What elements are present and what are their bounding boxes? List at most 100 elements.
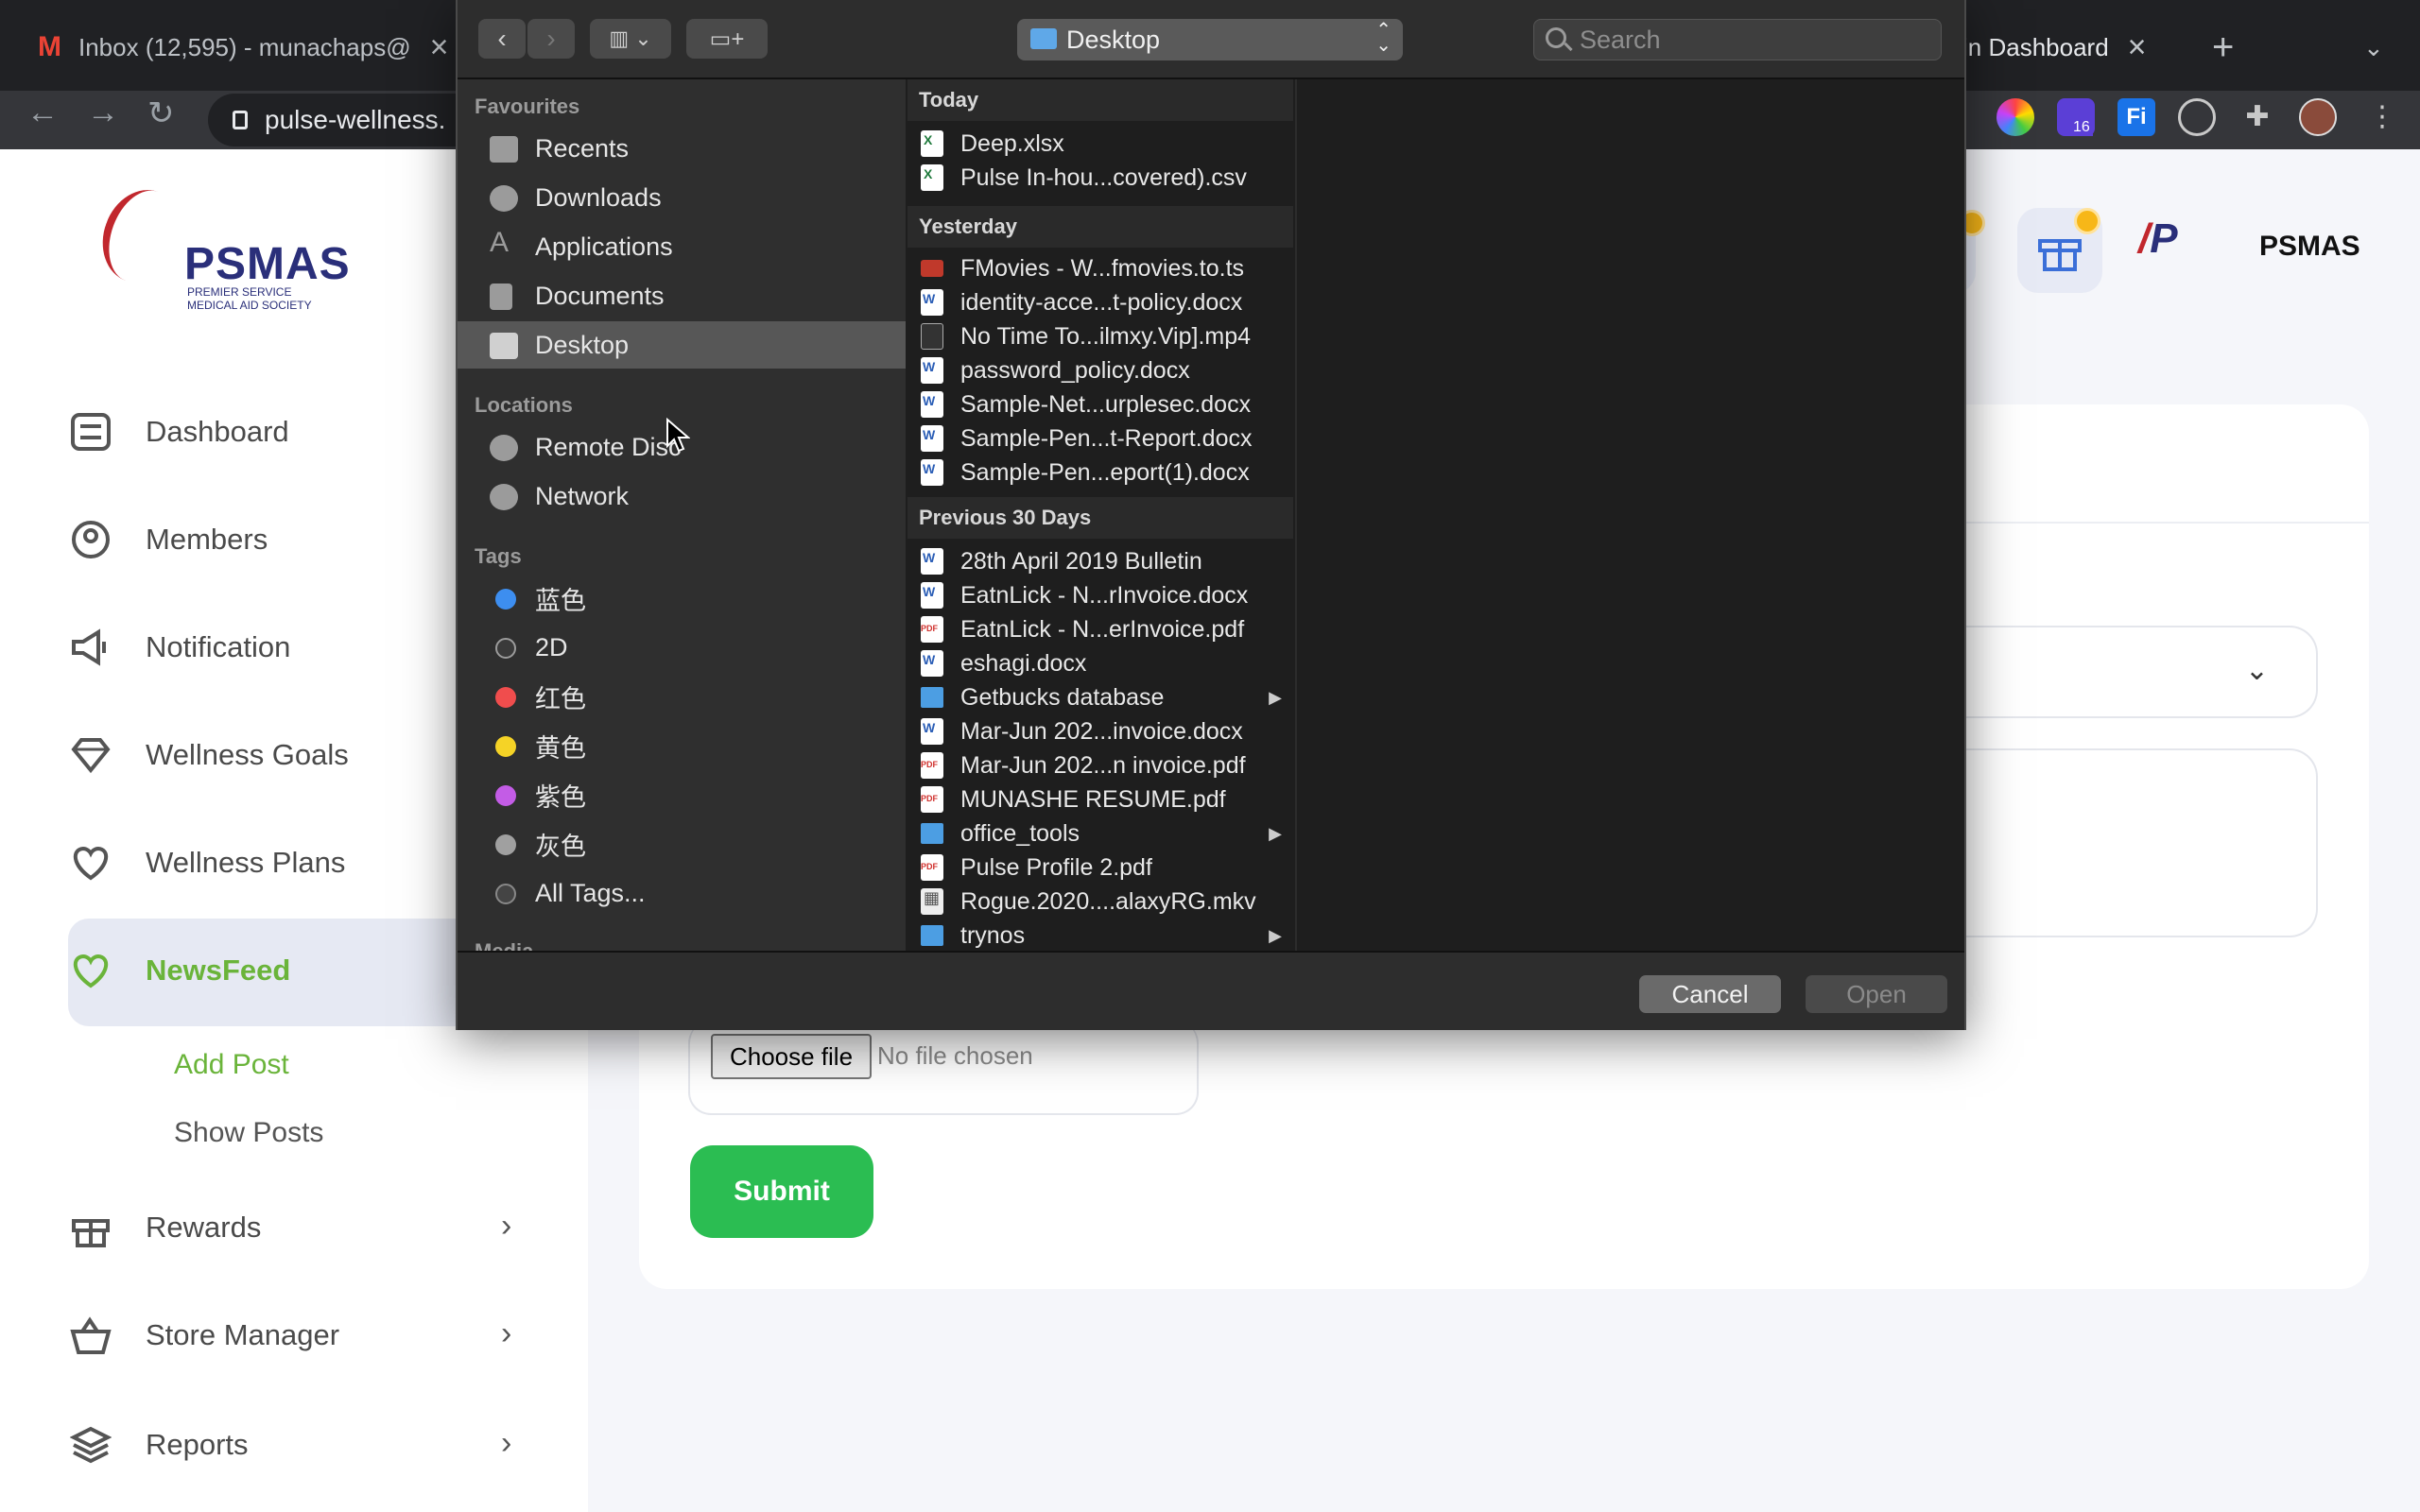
extension-icon[interactable]: 16 — [2057, 98, 2095, 136]
file-name: Sample-Pen...eport(1).docx — [960, 458, 1250, 486]
tag-item[interactable]: 蓝色 — [458, 575, 906, 622]
sidebar-subitem-add-post[interactable]: Add Post — [174, 1049, 289, 1081]
color-picker-extension-icon[interactable] — [1996, 98, 2034, 136]
tag-color-dot — [495, 736, 516, 757]
location-dropdown[interactable]: Desktop ⌃ ⌄ — [1017, 19, 1403, 60]
sidebar-item-documents[interactable]: Documents — [458, 272, 906, 319]
file-item[interactable]: No Time To...ilmxy.Vip].mp4 — [908, 319, 1293, 353]
file-item[interactable]: identity-acce...t-policy.docx — [908, 285, 1293, 319]
file-item[interactable]: FMovies - W...fmovies.to.ts — [908, 251, 1293, 285]
sidebar-item-desktop[interactable]: Desktop — [458, 321, 906, 369]
globe-icon[interactable] — [2178, 98, 2216, 136]
applications-icon: A — [490, 227, 510, 258]
new-folder-icon: ▭+ — [709, 26, 745, 52]
folder-icon — [921, 925, 943, 946]
tag-item[interactable]: 灰色 — [458, 820, 906, 868]
close-icon[interactable]: × — [430, 29, 449, 66]
pdf-file-icon — [921, 752, 943, 779]
word-file-icon — [921, 357, 943, 384]
members-icon — [68, 517, 113, 562]
sidebar-item-wellness-plans[interactable]: Wellness Plans — [68, 830, 345, 896]
tab-title: Inbox (12,595) - munachaps@ — [78, 32, 411, 61]
file-item[interactable]: Sample-Pen...eport(1).docx — [908, 455, 1293, 490]
folder-item[interactable]: office_tools ▶ — [908, 816, 1293, 850]
tag-item[interactable]: 2D — [458, 624, 906, 671]
tab-dashboard[interactable]: in Dashboard × — [1962, 17, 2147, 77]
file-item[interactable]: Sample-Net...urplesec.docx — [908, 387, 1293, 421]
pdf-file-icon — [921, 854, 943, 881]
sidebar-item-store-manager[interactable]: Store Manager — [68, 1302, 339, 1368]
sidebar-item-downloads[interactable]: Downloads — [458, 174, 906, 221]
sidebar-item-label: Downloads — [535, 182, 662, 212]
menu-icon[interactable]: ⋮ — [2363, 98, 2401, 136]
open-button[interactable]: Open — [1806, 975, 1947, 1013]
sidebar-item-label: NewsFeed — [146, 954, 291, 987]
folder-item[interactable]: trynos ▶ — [908, 919, 1293, 951]
locations-header: Locations — [475, 393, 573, 417]
gift-icon — [68, 1205, 113, 1250]
close-icon[interactable]: × — [2128, 29, 2147, 66]
sidebar-item-dashboard[interactable]: Dashboard — [68, 399, 289, 465]
file-item[interactable]: 28th April 2019 Bulletin — [908, 544, 1293, 578]
file-item[interactable]: password_policy.docx — [908, 353, 1293, 387]
fi-extension-icon[interactable]: Fi — [2118, 98, 2155, 136]
header-user-name[interactable]: PSMAS — [2259, 231, 2360, 263]
file-item[interactable]: Rogue.2020....alaxyRG.mkv — [908, 885, 1293, 919]
tag-item-all-tags[interactable]: All Tags... — [458, 869, 906, 917]
puzzle-icon[interactable]: ✚ — [2238, 98, 2276, 136]
section-header-today: Today — [908, 79, 1293, 121]
back-icon[interactable]: ← — [26, 94, 59, 131]
pdf-file-icon — [921, 786, 943, 813]
view-mode-button[interactable]: ▥ ⌄ — [590, 19, 671, 59]
file-item[interactable]: eshagi.docx — [908, 646, 1293, 680]
folder-item[interactable]: Getbucks database ▶ — [908, 680, 1293, 714]
sidebar-item-network[interactable]: Network — [458, 472, 906, 520]
desktop-icon — [490, 333, 518, 359]
disclosure-arrow-icon: ▶ — [1269, 823, 1282, 843]
file-item[interactable]: Pulse In-hou...covered).csv — [908, 161, 1293, 195]
tag-item[interactable]: 黄色 — [458, 722, 906, 769]
choose-file-button[interactable]: Choose file — [711, 1034, 872, 1079]
sidebar-subitem-show-posts[interactable]: Show Posts — [174, 1117, 323, 1149]
submit-button[interactable]: Submit — [690, 1145, 873, 1238]
file-item[interactable]: EatnLick - N...erInvoice.pdf — [908, 612, 1293, 646]
file-item[interactable]: Deep.xlsx — [908, 127, 1293, 161]
cancel-button[interactable]: Cancel — [1639, 975, 1781, 1013]
sidebar-item-notification[interactable]: Notification — [68, 614, 290, 680]
file-item[interactable]: MUNASHE RESUME.pdf — [908, 782, 1293, 816]
chevron-right-icon[interactable]: › — [501, 1425, 511, 1462]
forward-icon[interactable]: → — [87, 94, 119, 131]
sidebar-item-rewards[interactable]: Rewards — [68, 1194, 261, 1261]
chevron-right-icon[interactable]: › — [501, 1208, 511, 1245]
tag-item[interactable]: 紫色 — [458, 771, 906, 818]
tag-label: 灰色 — [535, 832, 586, 861]
file-item[interactable]: Mar-Jun 202...invoice.docx — [908, 714, 1293, 748]
back-button[interactable]: ‹ — [478, 19, 526, 59]
sidebar-item-members[interactable]: Members — [68, 507, 268, 573]
tab-search-icon[interactable]: ⌄ — [2363, 17, 2384, 77]
tab-gmail[interactable]: M Inbox (12,595) - munachaps@ × — [38, 17, 448, 77]
sidebar-item-label: Remote Disc — [535, 432, 682, 461]
file-name: identity-acce...t-policy.docx — [960, 288, 1243, 316]
search-input[interactable]: Search — [1533, 19, 1942, 60]
tag-item[interactable]: 红色 — [458, 673, 906, 720]
reload-icon[interactable]: ↻ — [147, 94, 175, 132]
file-item[interactable]: Sample-Pen...t-Report.docx — [908, 421, 1293, 455]
sidebar-item-reports[interactable]: Reports — [68, 1412, 249, 1478]
sidebar-item-wellness-goals[interactable]: Wellness Goals — [68, 722, 349, 788]
new-folder-button[interactable]: ▭+ — [686, 19, 768, 59]
file-name: Deep.xlsx — [960, 129, 1064, 157]
folder-icon — [921, 687, 943, 708]
avatar[interactable] — [2299, 98, 2337, 136]
sidebar-item-newsfeed[interactable]: NewsFeed — [68, 937, 290, 1004]
sidebar-item-label: Documents — [535, 281, 665, 310]
sidebar-item-recents[interactable]: Recents — [458, 125, 906, 172]
forward-button[interactable]: › — [527, 19, 575, 59]
sidebar-item-applications[interactable]: A Applications — [458, 223, 906, 270]
file-item[interactable]: Pulse Profile 2.pdf — [908, 850, 1293, 885]
address-bar[interactable]: pulse-wellness. — [208, 94, 492, 146]
file-item[interactable]: Mar-Jun 202...n invoice.pdf — [908, 748, 1293, 782]
file-item[interactable]: EatnLick - N...rInvoice.docx — [908, 578, 1293, 612]
new-tab-button[interactable]: + — [2212, 17, 2234, 77]
chevron-right-icon[interactable]: › — [501, 1315, 511, 1352]
